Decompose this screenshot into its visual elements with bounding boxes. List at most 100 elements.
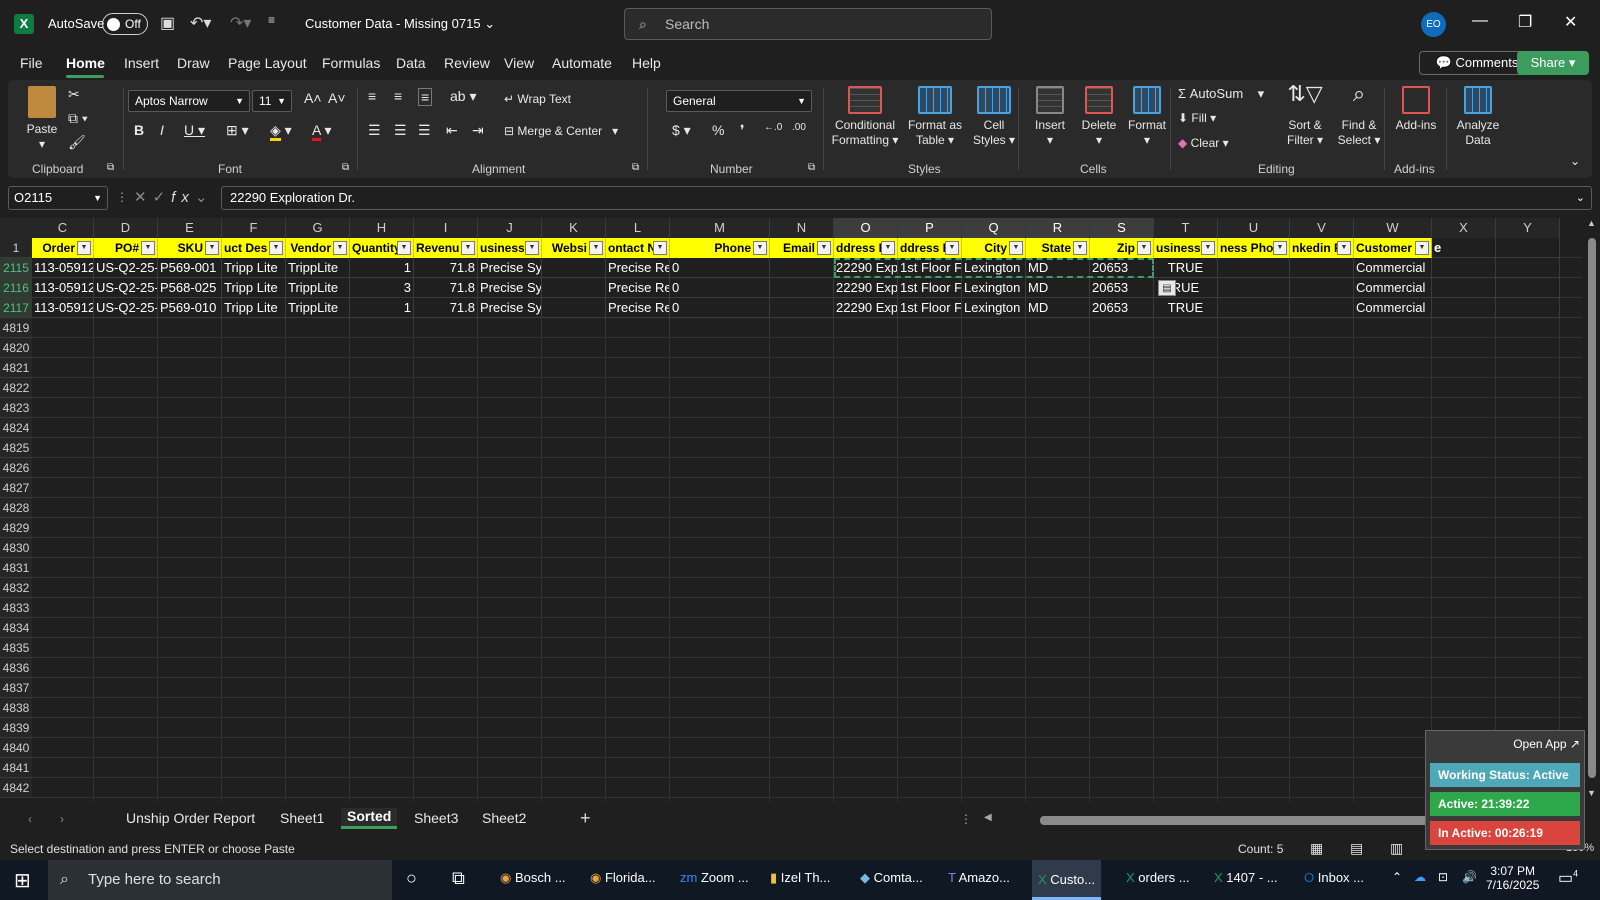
row-header[interactable]: 4837 <box>0 678 32 698</box>
column-header-g[interactable]: G <box>286 218 350 238</box>
table-cell[interactable] <box>1432 278 1496 298</box>
table-cell[interactable] <box>770 298 834 318</box>
minimize-icon[interactable]: — <box>1472 12 1488 30</box>
cortana-icon[interactable]: ○ <box>406 868 417 889</box>
align-center-icon[interactable]: ☰ <box>394 122 407 139</box>
filter-dropdown-icon[interactable]: ▼ <box>205 241 219 255</box>
filter-dropdown-icon[interactable]: ▼ <box>589 241 603 255</box>
table-cell[interactable]: TrippLite <box>286 258 350 278</box>
page-break-view-icon[interactable]: ▥ <box>1390 840 1403 857</box>
onedrive-icon[interactable]: ☁ <box>1414 870 1426 884</box>
table-cell[interactable]: 0 <box>670 278 770 298</box>
orientation-icon[interactable]: ab ▾ <box>450 88 477 105</box>
delete-cells-button[interactable]: Delete ▾ <box>1076 86 1122 148</box>
column-header-t[interactable]: T <box>1154 218 1218 238</box>
taskbar-search-input[interactable]: ⌕ Type here to search <box>48 860 392 900</box>
table-cell[interactable]: TrippLite <box>286 278 350 298</box>
tab-help[interactable]: Help <box>632 55 661 71</box>
row-header[interactable]: 4842 <box>0 778 32 798</box>
table-cell[interactable]: P569-010 <box>158 298 222 318</box>
table-cell[interactable]: 71.8 <box>414 278 478 298</box>
table-cell[interactable]: 1 <box>350 298 414 318</box>
table-cell[interactable] <box>1218 258 1290 278</box>
enter-icon[interactable]: ✓ <box>153 189 172 206</box>
document-title[interactable]: Customer Data - Missing 0715 ⌄ <box>305 16 495 32</box>
row-header[interactable]: 4841 <box>0 758 32 778</box>
table-cell[interactable]: 3 <box>350 278 414 298</box>
header-cell[interactable]: nkedin P ▼ <box>1290 238 1354 258</box>
table-cell[interactable] <box>1218 278 1290 298</box>
task-view-icon[interactable]: ⧉ <box>452 868 465 889</box>
column-header-v[interactable]: V <box>1290 218 1354 238</box>
search-input[interactable]: ⌕ Search <box>624 8 992 40</box>
column-header-m[interactable]: M <box>670 218 770 238</box>
font-name-dropdown[interactable]: Aptos Narrow ▼ <box>128 90 250 112</box>
table-cell[interactable]: TrippLite <box>286 298 350 318</box>
filter-dropdown-icon[interactable]: ▼ <box>141 241 155 255</box>
filter-dropdown-icon[interactable]: ▼ <box>77 241 91 255</box>
row-header[interactable]: 4840 <box>0 738 32 758</box>
filter-dropdown-icon[interactable]: ▼ <box>1273 241 1287 255</box>
next-sheet-icon[interactable]: › <box>60 812 64 826</box>
table-cell[interactable]: Lexington <box>962 298 1026 318</box>
comma-icon[interactable]: ❜ <box>740 122 745 139</box>
table-cell[interactable] <box>1218 298 1290 318</box>
table-cell[interactable]: MD <box>1026 258 1090 278</box>
table-cell[interactable]: 71.8 <box>414 298 478 318</box>
autosave-toggle[interactable]: Off <box>102 13 148 35</box>
row-header[interactable]: 4831 <box>0 558 32 578</box>
row-header[interactable]: 4839 <box>0 718 32 738</box>
table-cell[interactable]: 1st Floor F <box>898 258 962 278</box>
header-cell[interactable]: Email ▼ <box>770 238 834 258</box>
row-header[interactable]: 2115 <box>0 258 32 278</box>
header-cell[interactable]: Zip ▼ <box>1090 238 1154 258</box>
row-header[interactable]: 4823 <box>0 398 32 418</box>
row-header-1[interactable]: 1 <box>0 238 32 258</box>
table-cell[interactable]: 0 <box>670 258 770 278</box>
more-icon[interactable]: ⋮ <box>116 190 128 204</box>
filter-dropdown-icon[interactable]: ▼ <box>881 241 895 255</box>
format-cells-button[interactable]: Format ▾ <box>1124 86 1170 148</box>
formula-input[interactable]: 22290 Exploration Dr. ⌄ <box>221 186 1592 210</box>
header-cell[interactable]: usiness ▼ <box>1154 238 1218 258</box>
tab-formulas[interactable]: Formulas <box>322 55 380 71</box>
header-cell[interactable]: e <box>1432 238 1496 258</box>
tab-data[interactable]: Data <box>396 55 426 71</box>
borders-icon[interactable]: ⊞ ▾ <box>226 122 249 139</box>
add-sheet-icon[interactable]: + <box>580 808 591 829</box>
row-header[interactable]: 4822 <box>0 378 32 398</box>
header-cell[interactable]: Customer T ▼ <box>1354 238 1432 258</box>
row-header[interactable]: 4826 <box>0 458 32 478</box>
vertical-scrollbar[interactable]: ▲ ▼ <box>1584 218 1600 802</box>
table-cell[interactable]: US-Q2-25- <box>94 258 158 278</box>
collapse-ribbon-icon[interactable]: ⌄ <box>1570 154 1580 168</box>
column-header-u[interactable]: U <box>1218 218 1290 238</box>
format-as-table-button[interactable]: Format as Table ▾ <box>906 86 964 148</box>
filter-dropdown-icon[interactable]: ▼ <box>753 241 767 255</box>
column-header-q[interactable]: Q <box>962 218 1026 238</box>
table-cell[interactable] <box>542 278 606 298</box>
taskbar-outlook[interactable]: O Inbox ... <box>1304 870 1364 885</box>
table-cell[interactable] <box>1290 278 1354 298</box>
column-header-j[interactable]: J <box>478 218 542 238</box>
column-header-e[interactable]: E <box>158 218 222 238</box>
table-cell[interactable]: Commercial <box>1354 298 1432 318</box>
paste-options-icon[interactable]: ▤ <box>1158 280 1176 296</box>
filter-dropdown-icon[interactable]: ▼ <box>817 241 831 255</box>
percent-icon[interactable]: % <box>712 122 724 138</box>
dialog-launcher-icon[interactable]: ⧉ <box>808 162 815 173</box>
volume-icon[interactable]: 🔊 <box>1462 870 1477 884</box>
header-cell[interactable]: ontact N ▼ <box>606 238 670 258</box>
restore-icon[interactable]: ❐ <box>1518 12 1532 32</box>
scroll-up-icon[interactable]: ▲ <box>1587 218 1596 228</box>
fx-icon[interactable]: fx <box>171 189 195 206</box>
table-cell[interactable]: Precise Re <box>606 258 670 278</box>
clear-button[interactable]: ◆ Clear ▾ <box>1178 136 1229 151</box>
more-icon[interactable]: ⋮ <box>960 812 972 826</box>
header-cell[interactable] <box>1496 238 1560 258</box>
header-cell[interactable]: Revenu ▼ <box>414 238 478 258</box>
column-header-s[interactable]: S <box>1090 218 1154 238</box>
find-select-button[interactable]: ⌕ Find & Select ▾ <box>1334 83 1384 148</box>
clock[interactable]: 3:07 PM 7/16/2025 <box>1486 864 1539 892</box>
cut-icon[interactable]: ✂ <box>68 86 80 103</box>
